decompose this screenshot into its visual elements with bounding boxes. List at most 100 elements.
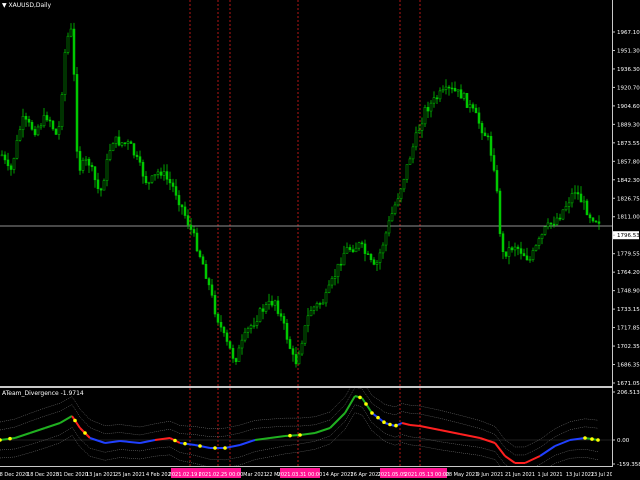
indicator-line-segment — [479, 437, 496, 444]
candle-body — [72, 28, 76, 75]
candle-body — [321, 302, 325, 305]
candle-body — [474, 107, 478, 114]
candle-body — [192, 229, 196, 234]
price-label: 1904.60 — [617, 104, 640, 110]
candle-body — [450, 87, 454, 90]
candle-body — [141, 162, 145, 177]
price-label: 1826.75 — [617, 196, 640, 202]
signal-dot — [173, 438, 177, 443]
candle-body — [123, 142, 127, 144]
indicator-line-segment — [239, 439, 256, 446]
candle-body — [423, 107, 427, 125]
candle-body — [564, 206, 568, 211]
indicator-line-segment — [569, 437, 586, 441]
chart-window[interactable]: 1967.10 1951.30 1936.30 1920.70 1904.60 1889.… — [0, 0, 640, 480]
time-label: 21 Jun 2021 — [505, 472, 535, 478]
candle-body — [312, 306, 316, 311]
candle-body — [408, 158, 412, 165]
candle-body — [228, 341, 232, 349]
candle-body — [597, 221, 601, 224]
candle-body — [573, 192, 577, 194]
signal-dot — [73, 418, 77, 423]
price-label: 1671.05 — [617, 381, 640, 387]
time-axis[interactable]: 8 Dec 202018 Dec 202031 Dec 202013 Jan 2… — [0, 466, 612, 480]
candle-body — [531, 250, 535, 260]
candle-body — [417, 130, 421, 134]
candle-body — [345, 247, 349, 254]
price-label: 1936.30 — [617, 67, 640, 73]
signal-dot — [376, 415, 380, 420]
dropdown-arrow-icon[interactable]: ▼ — [2, 2, 7, 9]
candle-body — [135, 154, 139, 157]
candle-body — [39, 125, 43, 128]
time-label: 8 Dec 2020 — [0, 472, 28, 478]
candle-body — [225, 332, 229, 342]
candle-body — [330, 278, 334, 286]
indicator-line-segment — [329, 412, 346, 429]
candle-body — [405, 164, 409, 180]
candle-body — [513, 246, 517, 251]
price-axis[interactable]: 1967.10 1951.30 1936.30 1920.70 1904.60 1889.… — [612, 0, 640, 466]
candle-body — [189, 224, 193, 230]
signal-dot — [0, 438, 2, 442]
candle-body — [117, 136, 121, 146]
signal-dot — [8, 436, 12, 441]
candle-body — [276, 300, 280, 314]
candle-body — [306, 315, 310, 327]
candle-body — [186, 215, 190, 226]
candle-body — [285, 322, 289, 340]
symbol-text: XAUUSD,Daily — [8, 2, 52, 9]
candle-body — [588, 214, 592, 219]
candle-body — [174, 186, 178, 196]
candle-body — [429, 102, 433, 112]
candle-body — [363, 243, 367, 254]
candle-body — [168, 179, 172, 184]
candle-body — [441, 89, 445, 92]
indicator-line-segment — [139, 439, 156, 444]
candle-body — [342, 252, 346, 266]
price-label: 1686.35 — [617, 363, 640, 369]
candle-body — [273, 300, 277, 306]
indicator-label-value: 0.00 — [617, 438, 630, 444]
time-axis-border — [0, 466, 613, 467]
indicator-line-segment — [0, 437, 16, 441]
candle-body — [384, 232, 388, 246]
candle-body — [159, 171, 163, 176]
candle-body — [561, 209, 565, 220]
candle-body — [144, 176, 148, 183]
candle-body — [501, 233, 505, 252]
candle-body — [435, 97, 439, 100]
candle-body — [420, 123, 424, 131]
candle-body — [360, 242, 364, 245]
price-chart-area[interactable] — [0, 0, 612, 386]
candle-body — [282, 316, 286, 324]
candle-body — [24, 116, 28, 120]
indicator-line-segment — [554, 439, 571, 447]
candle-body — [504, 251, 508, 257]
candle-body — [315, 303, 319, 308]
candle-body — [42, 115, 46, 127]
candle-body — [426, 107, 430, 112]
candle-body — [213, 295, 217, 315]
indicator-label-value: 206.5137 — [617, 390, 640, 396]
indicator-line-segment — [539, 445, 556, 457]
price-label: 1779.55 — [617, 252, 640, 258]
time-label: 25 Jan 2021 — [115, 472, 145, 478]
indicator-line-segment — [254, 437, 271, 441]
candle-body — [249, 325, 253, 329]
signal-dot — [388, 422, 392, 427]
indicator-subwindow[interactable] — [0, 388, 612, 466]
price-label: 1748.90 — [617, 289, 640, 295]
candle-body — [468, 104, 472, 108]
candle-body — [93, 166, 97, 181]
candle-body — [333, 276, 337, 279]
price-label: 1717.85 — [617, 326, 640, 332]
candle-body — [516, 246, 520, 249]
candle-body — [549, 222, 553, 225]
candle-body — [528, 259, 532, 261]
candle-body — [150, 175, 154, 183]
candle-body — [540, 234, 544, 239]
candle-body — [156, 171, 160, 175]
candle-body — [432, 97, 436, 104]
candle-body — [0, 154, 4, 157]
